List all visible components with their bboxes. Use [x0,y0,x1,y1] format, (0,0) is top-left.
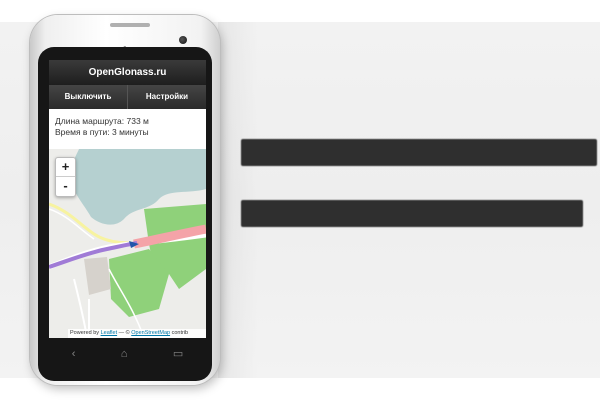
earpiece [110,23,150,27]
front-camera-icon [179,36,187,44]
attribution-suffix: contrib [170,330,189,336]
building-block [84,257,111,295]
attribution-prefix: Powered by [70,330,101,336]
blurred-text-line-2 [241,200,583,227]
home-icon[interactable]: ⌂ [121,348,128,360]
route-time: Время в пути: 3 минуты [55,127,149,137]
zoom-in-button[interactable]: + [56,158,75,176]
action-bar: Выключить Настройки [49,85,206,109]
minor-road [49,208,95,240]
route-length: Длина маршрута: 733 м [55,116,149,126]
map-view[interactable]: + - Powered by Leaflet — © OpenStreetMap… [49,149,206,338]
blurred-text-line-1 [241,139,597,166]
app-title: OpenGlonass.ru [49,60,206,85]
route-info: Длина маршрута: 733 м Время в пути: 3 ми… [55,116,205,138]
phone-screen: OpenGlonass.ru Выключить Настройки Длина… [49,60,206,338]
zoom-control: + - [55,157,76,197]
back-icon[interactable]: ‹ [72,348,76,360]
android-navbar: ‹ ⌂ ▭ [49,341,206,366]
settings-button[interactable]: Настройки [127,85,206,109]
attribution-separator: — © [117,330,132,336]
leaflet-link[interactable]: Leaflet [101,330,118,336]
recent-apps-icon[interactable]: ▭ [173,347,183,360]
turn-off-button[interactable]: Выключить [49,85,127,109]
map-attribution: Powered by Leaflet — © OpenStreetMap con… [68,329,206,338]
zoom-out-button[interactable]: - [56,176,75,195]
openstreetmap-link[interactable]: OpenStreetMap [131,330,170,336]
